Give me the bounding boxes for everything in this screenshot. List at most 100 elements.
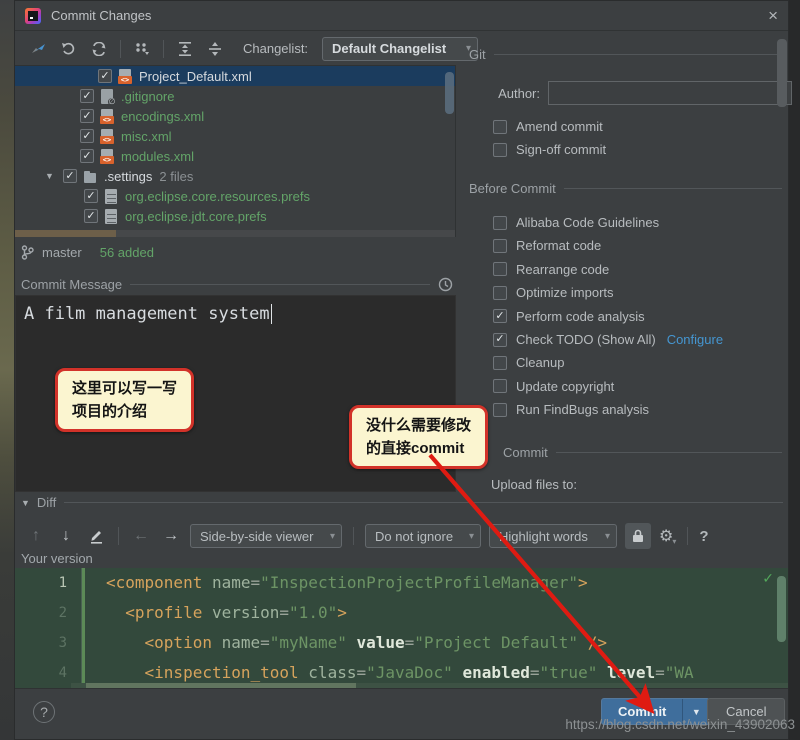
code-vertical-scrollbar-thumb[interactable]: [777, 576, 786, 642]
code-text: <profile version="1.0">: [81, 598, 347, 628]
next-difference-icon[interactable]: ↓: [55, 527, 77, 545]
previous-change-icon[interactable]: ←: [130, 527, 152, 545]
configure-link[interactable]: Configure: [667, 332, 723, 347]
option-row[interactable]: ✓ Check TODO (Show All) Configure: [493, 328, 723, 351]
file-name: modules.xml: [121, 148, 194, 164]
checkbox[interactable]: ✓: [80, 149, 94, 163]
checkbox[interactable]: ✓: [63, 169, 77, 183]
next-change-icon[interactable]: →: [160, 527, 182, 545]
checkbox[interactable]: ✓: [84, 189, 98, 203]
refresh-icon[interactable]: [87, 38, 111, 60]
checkbox[interactable]: ✓: [493, 332, 507, 347]
line-number: 2: [58, 605, 67, 621]
option-row[interactable]: Sign-off commit: [493, 138, 606, 161]
help-icon[interactable]: ?: [33, 701, 55, 723]
tree-row[interactable]: ✓ <> misc.xml: [15, 126, 455, 146]
expand-all-icon[interactable]: [173, 38, 197, 60]
code-lines: 1 <component name="InspectionProjectProfi…: [15, 568, 788, 688]
option-label: Perform code analysis: [516, 308, 645, 324]
option-label: Amend commit: [516, 119, 603, 134]
group-by-icon[interactable]: [130, 38, 154, 60]
code-line: 1 <component name="InspectionProjectProfi…: [15, 568, 788, 598]
option-row[interactable]: Rearrange code: [493, 258, 609, 281]
tree-row[interactable]: ✓ org.eclipse.jdt.core.prefs: [15, 206, 455, 226]
option-row[interactable]: Alibaba Code Guidelines: [493, 211, 659, 234]
checkbox[interactable]: [493, 402, 507, 417]
collapse-diff-icon[interactable]: ▼: [21, 498, 30, 508]
checkbox[interactable]: [493, 119, 507, 134]
tree-horizontal-scrollbar-thumb[interactable]: [15, 230, 116, 237]
commit-message-label: Commit Message: [21, 277, 123, 292]
option-label: Rearrange code: [516, 261, 610, 277]
diff-help-icon[interactable]: ?: [699, 528, 708, 545]
prefs-file-icon: [104, 208, 118, 224]
whitespace-policy-dropdown[interactable]: Do not ignore ▾: [365, 524, 481, 548]
checkbox[interactable]: ✓: [80, 89, 94, 103]
checkbox[interactable]: [493, 142, 507, 157]
tree-row[interactable]: ✓ <> Project_Default.xml: [15, 66, 455, 86]
collapse-all-icon[interactable]: [203, 38, 227, 60]
tree-row[interactable]: ✓ ∅ .gitignore: [15, 86, 455, 106]
checkbox[interactable]: ✓: [84, 209, 98, 223]
tree-row[interactable]: ✓ org.eclipse.core.resources.prefs: [15, 186, 455, 206]
tree-vertical-scrollbar-thumb[interactable]: [445, 72, 454, 114]
tree-row[interactable]: ✓ <> modules.xml: [15, 146, 455, 166]
author-row: Author:: [462, 81, 792, 105]
rollback-icon[interactable]: [57, 38, 81, 60]
diff-code-viewer[interactable]: 1 <component name="InspectionProjectProfi…: [15, 568, 788, 691]
option-row[interactable]: Cleanup: [493, 351, 564, 374]
toolbar-separator: [120, 39, 121, 58]
jump-to-source-pencil-icon[interactable]: [85, 528, 107, 544]
added-lines-gutter-marker: [82, 568, 85, 691]
checkbox[interactable]: [493, 238, 507, 253]
checkbox[interactable]: [493, 262, 507, 277]
title-bar: Commit Changes ×: [15, 1, 788, 31]
option-label: Cleanup: [516, 355, 565, 371]
panel-vertical-scrollbar-thumb[interactable]: [777, 39, 787, 107]
checkbox[interactable]: ✓: [493, 309, 507, 324]
annotation-callout-commit-action: 没什么需要修改 的直接commit: [349, 405, 489, 469]
option-row[interactable]: Reformat code: [493, 234, 601, 257]
after-commit-section-header: Commit: [503, 445, 782, 460]
file-name: misc.xml: [121, 128, 172, 144]
option-row[interactable]: Optimize imports: [493, 281, 614, 304]
checkbox[interactable]: [493, 355, 507, 370]
prefs-file-icon: [104, 188, 118, 204]
annotation-callout-commit-message: 这里可以写一写 项目的介绍: [55, 368, 195, 432]
gitignore-file-icon: ∅: [100, 88, 116, 106]
history-clock-icon[interactable]: [438, 277, 453, 292]
tree-row[interactable]: ✓ <> encodings.xml: [15, 106, 455, 126]
diff-toolbar: ↑ ↓ ← → Side-by-side viewer ▾ Do not ign…: [25, 521, 780, 551]
checkbox[interactable]: [493, 379, 507, 394]
highlight-mode-dropdown[interactable]: Highlight words ▾: [489, 524, 617, 548]
option-label: Optimize imports: [516, 285, 614, 301]
option-row[interactable]: Run FindBugs analysis: [493, 398, 649, 421]
option-row[interactable]: ✓ Perform code analysis: [493, 305, 645, 328]
tree-row[interactable]: ▼ ✓ .settings 2 files: [15, 166, 455, 186]
tree-expander-icon[interactable]: ▼: [45, 171, 54, 181]
disable-editing-lock-icon[interactable]: [625, 523, 651, 549]
previous-difference-icon[interactable]: ↑: [25, 527, 47, 545]
checkbox[interactable]: [493, 285, 507, 300]
show-diff-icon[interactable]: [27, 38, 51, 60]
option-row[interactable]: Amend commit: [493, 115, 603, 138]
xml-file-icon: <>: [100, 128, 114, 144]
viewer-mode-dropdown[interactable]: Side-by-side viewer ▾: [190, 524, 342, 548]
diff-settings-gear-icon[interactable]: ⚙ ▾: [659, 526, 676, 546]
checkbox[interactable]: ✓: [98, 69, 112, 83]
option-row[interactable]: Update copyright: [493, 375, 614, 398]
checkbox[interactable]: ✓: [80, 129, 94, 143]
author-input[interactable]: [548, 81, 792, 105]
close-icon[interactable]: ×: [768, 7, 778, 24]
file-count-suffix: 2 files: [159, 168, 194, 184]
intellij-app-icon: [25, 7, 41, 24]
branch-status-row: master 56 added: [21, 242, 154, 262]
code-text: <option name="myName" value="Project Def…: [81, 628, 607, 658]
git-branch-icon: [21, 244, 34, 260]
checkbox[interactable]: [493, 215, 507, 230]
changelist-dropdown[interactable]: Default Changelist ▾: [322, 36, 479, 61]
line-number: 1: [58, 575, 67, 591]
checkbox[interactable]: ✓: [80, 109, 94, 123]
option-label: Run FindBugs analysis: [516, 402, 649, 418]
watermark-text: https://blog.csdn.net/weixin_43902063: [565, 717, 795, 732]
